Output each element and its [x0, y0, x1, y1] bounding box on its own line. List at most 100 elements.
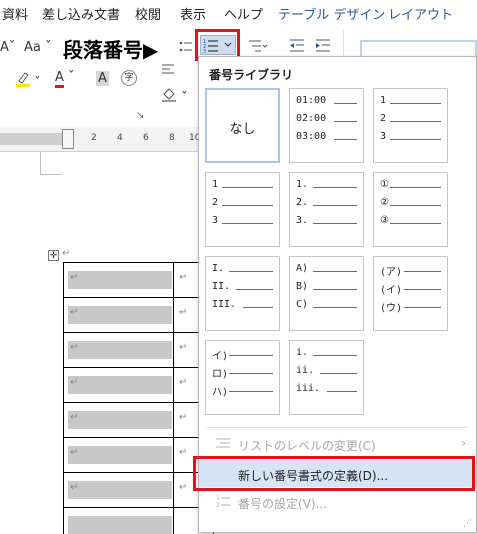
number-label: 1 [212, 179, 219, 190]
table-row[interactable] [63, 507, 214, 534]
enclose-char-button[interactable]: 字 [121, 70, 137, 86]
number-label: 01:00 [296, 95, 327, 106]
chevron-right-icon: › [461, 436, 466, 450]
placeholder-line [390, 121, 441, 122]
placeholder-line [313, 187, 357, 188]
indent-marker[interactable] [62, 129, 74, 149]
table-row[interactable]: ↵ ↵ [63, 437, 214, 473]
ruler-margin [0, 133, 62, 145]
tab-layout[interactable]: レイアウト [388, 4, 453, 23]
cell-shading [68, 271, 172, 289]
numbering-format-tile[interactable]: 1 2 3 [205, 172, 280, 247]
number-label: II. [212, 281, 231, 292]
numbering-format-tile[interactable]: ① ② ③ [373, 172, 448, 247]
placeholder-line [334, 103, 357, 104]
paragraph-mark: ↵ [70, 412, 79, 423]
highlight-button[interactable]: ˇ [16, 71, 41, 91]
resize-grip-icon[interactable]: ⋰ [463, 519, 472, 529]
number-label: 02:00 [296, 113, 327, 124]
placeholder-line [229, 355, 273, 356]
paragraph-mark: ↵ [179, 447, 188, 458]
number-label: 03:00 [296, 131, 327, 142]
table-cell[interactable]: ↵ [63, 403, 174, 438]
placeholder-line [236, 289, 273, 290]
table-row[interactable]: ↵ ↵ [63, 332, 214, 368]
table-row[interactable]: ↵ ↵ [63, 367, 214, 403]
ruler-number: 2 [91, 133, 97, 143]
font-color-button[interactable]: A ˇ [55, 70, 75, 88]
cell-shading [68, 411, 172, 429]
change-list-level-item[interactable]: リストのレベルの変更(C) › [199, 432, 476, 457]
tab-view[interactable]: 表示 [180, 4, 206, 23]
list-level-icon [216, 438, 230, 448]
table-row[interactable]: ↵ ↵ [63, 297, 214, 333]
align-left-icon[interactable] [161, 63, 175, 77]
table-move-handle-icon[interactable]: ✛ [48, 250, 59, 261]
cell-shading [68, 516, 172, 534]
table-cell[interactable]: ↵ [63, 263, 174, 298]
tab-references[interactable]: 資料 [2, 4, 28, 23]
placeholder-line [229, 391, 273, 392]
table-cell[interactable] [63, 508, 174, 534]
number-label: 1. [296, 179, 309, 190]
table-row[interactable]: ↵ ↵ [63, 472, 214, 508]
margin-guide [40, 174, 62, 175]
placeholder-line [390, 103, 441, 104]
numbering-format-tile[interactable]: A) B) C) [289, 256, 364, 331]
table-cell[interactable]: ↵ [63, 333, 174, 368]
tab-help[interactable]: ヘルプ [224, 4, 263, 23]
placeholder-line [390, 187, 441, 188]
number-label: ③ [380, 215, 389, 226]
table-cell[interactable]: ↵ [63, 368, 174, 403]
placeholder-line [222, 223, 273, 224]
numbering-format-tile[interactable]: 1. 2. 3. [289, 172, 364, 247]
numbering-format-tile[interactable]: イ) ロ) ハ) [205, 340, 280, 415]
font-size-button[interactable]: Aˇ [0, 40, 15, 55]
number-label: A) [296, 263, 309, 274]
numbering-format-tile[interactable]: 01:00 02:00 03:00 [289, 88, 364, 163]
cell-shading [68, 376, 172, 394]
paragraph-mark: ↵ [179, 342, 188, 353]
placeholder-line [313, 205, 357, 206]
placeholder-line [327, 391, 357, 392]
ruler-number: 6 [143, 133, 149, 143]
placeholder-line [404, 307, 441, 308]
numbering-format-tile[interactable]: (ア) (イ) (ウ) [373, 256, 448, 331]
table-cell[interactable]: ↵ [63, 438, 174, 473]
menu-separator [207, 427, 468, 428]
paragraph-mark: ↵ [70, 447, 79, 458]
paragraph-mark: ↵ [70, 377, 79, 388]
table-cell[interactable]: ↵ [63, 473, 174, 508]
highlighter-icon [16, 72, 30, 87]
decrease-indent-icon[interactable] [288, 37, 306, 55]
change-case-button[interactable]: Aa ˇ [24, 40, 52, 55]
placeholder-line [390, 205, 441, 206]
placeholder-line [243, 307, 273, 308]
numbering-format-tile[interactable]: I. II. III. [205, 256, 280, 331]
multilevel-list-icon[interactable] [247, 37, 269, 55]
paragraph-mark: ↵ [70, 307, 79, 318]
numbering-none-tile[interactable]: なし [205, 88, 280, 163]
placeholder-line [313, 289, 357, 290]
table-row[interactable]: ↵ ↵ [63, 262, 214, 298]
tab-review[interactable]: 校閲 [135, 4, 161, 23]
margin-guide [40, 152, 41, 174]
number-label: 2 [380, 113, 387, 124]
tab-mailings[interactable]: 差し込み文書 [42, 4, 120, 23]
placeholder-line [390, 139, 441, 140]
numbering-button[interactable]: 1 2 3 [200, 35, 236, 55]
numbering-format-tile[interactable]: 1 2 3 [373, 88, 448, 163]
set-numbering-value-item[interactable]: 12 番号の設定(V)... [199, 490, 476, 515]
table-row[interactable]: ↵ ↵ [63, 402, 214, 438]
increase-indent-icon[interactable] [314, 37, 332, 55]
number-label: ① [380, 179, 389, 190]
menu-item-highlight-frame [193, 456, 475, 491]
char-shading-button[interactable]: A [96, 71, 109, 86]
ruler-number: 8 [169, 133, 175, 143]
numbering-format-tile[interactable]: i. ii. iii. [289, 340, 364, 415]
bullets-icon[interactable] [178, 39, 194, 55]
paragraph-dialog-launcher[interactable]: ↘ [136, 110, 144, 121]
table-cell[interactable]: ↵ [63, 298, 174, 333]
shading-button[interactable]: ˇ [161, 86, 188, 106]
tab-table-design[interactable]: テーブル デザイン [278, 4, 385, 23]
